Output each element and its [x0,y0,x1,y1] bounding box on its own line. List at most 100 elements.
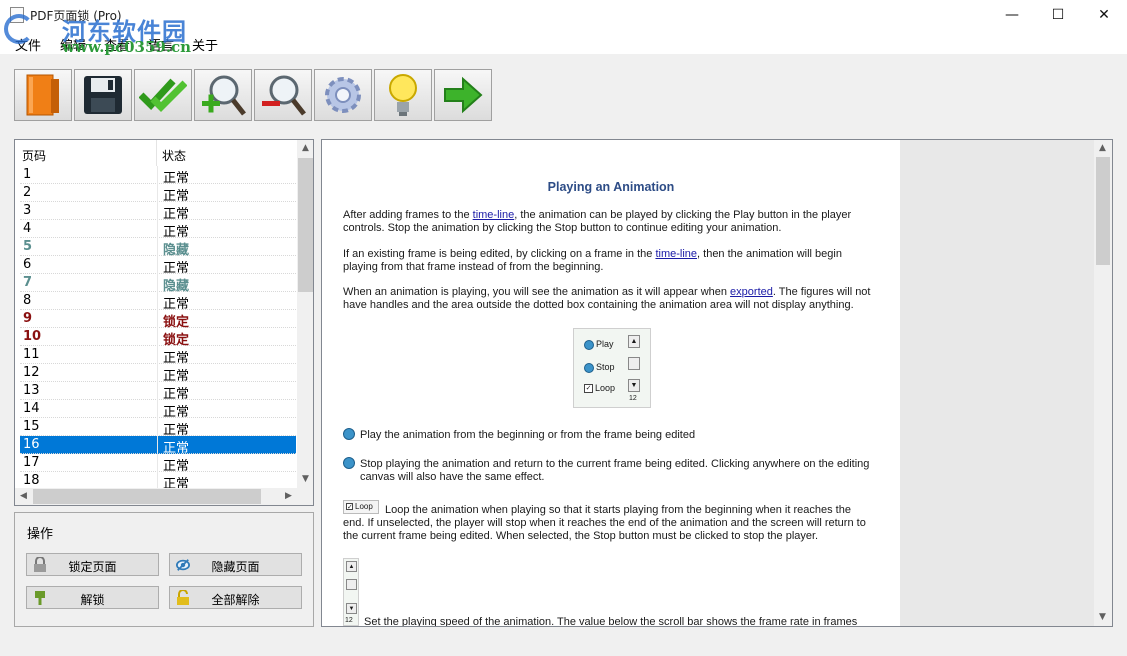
document-page: Playing an Animation After adding frames… [322,140,900,627]
loop-checkbox-icon: ✓ [584,384,593,394]
stop-bullet-icon [343,457,355,469]
scroll-down-icon[interactable]: ▼ [297,471,313,488]
zoom-in-icon [202,75,246,116]
zoom-out-button[interactable] [254,69,312,121]
doc-bullet-loop: Loop the animation when playing so that … [343,504,866,542]
lightbulb-icon [389,74,417,116]
player-controls-image: Play Stop ✓ Loop ▲ ▼ 12 [573,328,651,408]
page-number: 18 [23,473,40,488]
open-button[interactable] [14,69,72,121]
page-number: 12 [23,365,40,380]
page-number: 9 [23,311,33,326]
page-number: 5 [23,239,33,254]
operations-title: 操作 [27,527,54,542]
page-number: 4 [23,221,32,236]
save-button[interactable] [74,69,132,121]
list-item[interactable]: 8 正常 [20,292,296,312]
page-list-rows: 1 正常 2 正常 3 正常 4 正常 5 隐藏 6 正常 7 隐藏 8 正常 9 锁定 10 锁定 11 正常 12 正常 1… [20,166,296,492]
list-item[interactable]: 1 正常 [20,166,296,186]
page-number: 1 [23,167,32,182]
next-arrow-icon [444,76,483,114]
tips-button[interactable] [374,69,432,121]
unlock-all-button[interactable]: 全部解除 [169,586,302,609]
operations-panel: 操作 锁定页面 隐藏页面 解锁 全部解除 [14,512,314,627]
timeline-link[interactable]: time-line [473,209,515,221]
scroll-right-icon[interactable]: ▶ [280,488,297,505]
page-list-hscroll-thumb[interactable] [33,489,261,504]
doc-heading: Playing an Animation [547,180,675,194]
page-number: 11 [23,347,40,362]
list-item[interactable]: 14 正常 [20,400,296,420]
doc-paragraph-2: If an existing frame is being edited, by… [343,248,842,273]
list-item[interactable]: 7 隐藏 [20,274,296,294]
play-icon [584,339,594,350]
watermark-url: www.pc0359.cn [62,38,192,56]
column-header-page[interactable]: 页码 [22,147,46,164]
save-disk-icon [84,76,122,114]
column-header-status[interactable]: 状态 [162,147,186,164]
hide-page-button[interactable]: 隐藏页面 [169,553,302,576]
list-item[interactable]: 17 正常 [20,454,296,474]
zoom-out-icon [262,75,306,116]
page-number: 16 [23,437,40,452]
double-check-icon [139,78,187,112]
page-number: 15 [23,419,40,434]
page-list-vscroll-thumb[interactable] [298,158,313,292]
maximize-icon: ☐ [1051,7,1065,23]
minimize-button[interactable]: — [989,0,1035,30]
list-item[interactable]: 13 正常 [20,382,296,402]
menu-about[interactable]: 关于 [192,35,218,54]
list-item[interactable]: 10 锁定 [20,328,296,348]
page-number: 17 [23,455,40,470]
play-bullet-icon [343,428,355,440]
next-button[interactable] [434,69,492,121]
title-bar: PDF页面锁 (Pro) — ☐ ✕ [0,0,1127,30]
scroll-left-icon[interactable]: ◀ [15,488,32,505]
timeline-link-2[interactable]: time-line [655,248,697,260]
viewer-vscroll[interactable]: ▲ ▼ [1094,140,1112,626]
list-item[interactable]: 6 正常 [20,256,296,276]
lock-page-button[interactable]: 锁定页面 [26,553,159,576]
scroll-up-icon[interactable]: ▲ [297,140,313,157]
apply-button[interactable] [134,69,192,121]
viewer-vscroll-thumb[interactable] [1096,157,1110,265]
page-list[interactable]: 页码 状态 1 正常 2 正常 3 正常 4 正常 5 隐藏 6 正常 7 隐藏 8 正常 9 锁定 10 锁定 11 正… [14,139,314,506]
list-item[interactable]: 12 正常 [20,364,296,384]
maximize-button[interactable]: ☐ [1035,0,1081,30]
page-number: 13 [23,383,40,398]
speed-up-arrow-icon: ▲ [628,335,640,348]
unlock-button[interactable]: 解锁 [26,586,159,609]
list-item[interactable]: 5 隐藏 [20,238,296,258]
settings-button[interactable] [314,69,372,121]
doc-bullet-stop: Stop playing the animation and return to… [360,458,870,483]
minimize-icon: — [1005,7,1019,23]
settings-gear-icon [325,77,361,113]
list-item[interactable]: 3 正常 [20,202,296,222]
page-number: 6 [23,257,32,272]
list-item[interactable]: 2 正常 [20,184,296,204]
page-number: 10 [23,329,42,344]
page-list-vscroll[interactable]: ▲ ▼ [297,140,313,488]
exported-link[interactable]: exported [730,286,773,298]
list-item[interactable]: 16 正常 [20,436,296,456]
doc-paragraph-1: After adding frames to the time-line, th… [343,209,852,234]
page-number: 3 [23,203,32,218]
list-item[interactable]: 15 正常 [20,418,296,438]
close-button[interactable]: ✕ [1081,0,1127,30]
speed-down-arrow-icon: ▼ [628,379,640,392]
list-item[interactable]: 4 正常 [20,220,296,240]
doc-bullet-play: Play the animation from the beginning or… [360,429,696,441]
watermark-logo [4,14,34,44]
stop-icon [584,362,594,373]
doc-bullet-speed: Set the playing speed of the animation. … [364,616,858,627]
zoom-in-button[interactable] [194,69,252,121]
document-viewer[interactable]: Playing an Animation After adding frames… [321,139,1113,627]
page-number: 2 [23,185,32,200]
scroll-up-icon[interactable]: ▲ [1094,140,1111,157]
speed-scrollbar-image: ▲ ▼ 12 [343,558,359,626]
page-list-hscroll[interactable]: ◀ ▶ [15,488,297,505]
window-title: PDF页面锁 (Pro) [30,9,122,23]
list-item[interactable]: 9 锁定 [20,310,296,330]
list-item[interactable]: 11 正常 [20,346,296,366]
scroll-down-icon[interactable]: ▼ [1094,609,1111,626]
